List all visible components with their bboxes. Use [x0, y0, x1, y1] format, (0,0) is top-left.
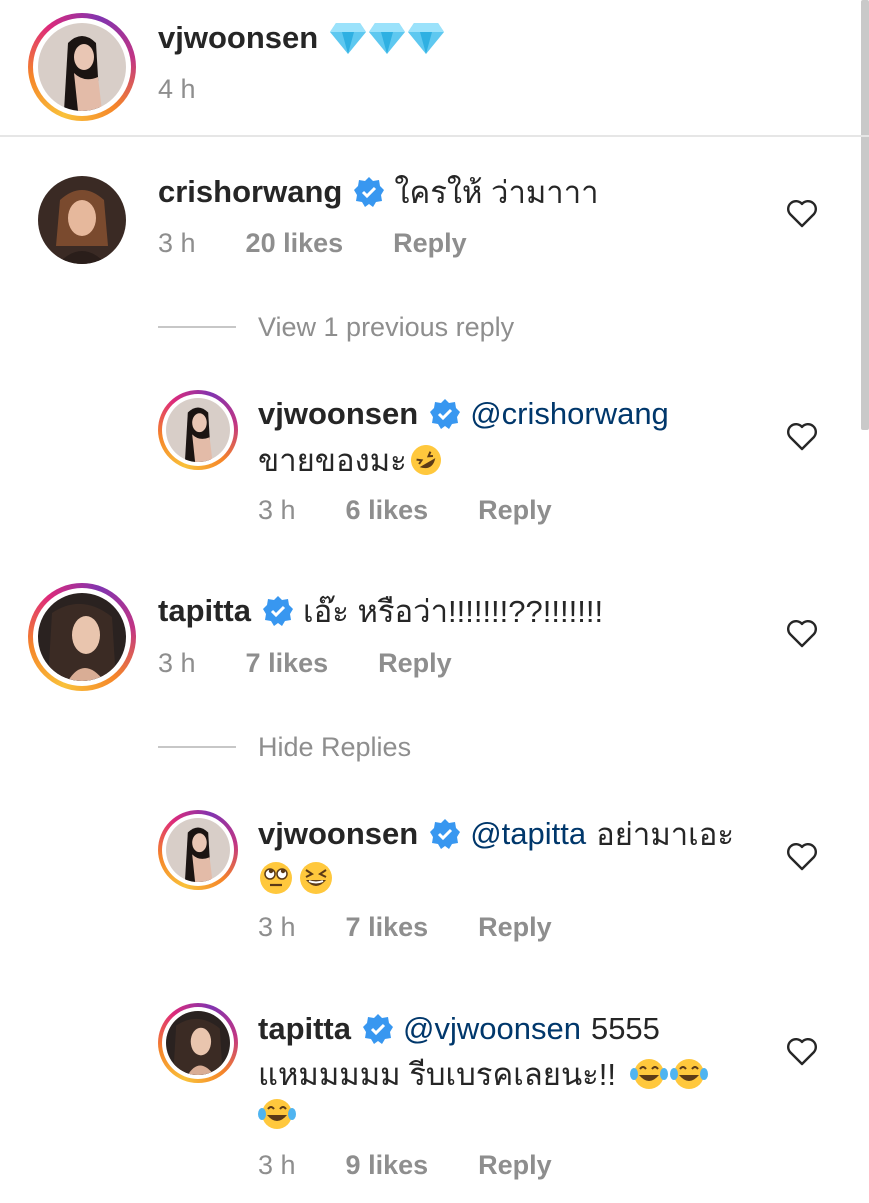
view-previous-replies-button[interactable]: View 1 previous reply: [258, 312, 514, 343]
mention-link[interactable]: @tapitta: [470, 816, 586, 852]
likes-count[interactable]: 20 likes: [246, 228, 344, 259]
scrollbar[interactable]: [861, 0, 869, 430]
comment-avatar-crishorwang[interactable]: [38, 176, 126, 264]
comment-text: เอ๊ะ หรือว่า!!!!!!!??!!!!!!!: [303, 594, 604, 629]
tears-of-joy-emoji-icon: [630, 1059, 669, 1089]
reply-button[interactable]: Reply: [478, 912, 552, 943]
reply-avatar-vjwoonsen[interactable]: [158, 390, 238, 470]
tears-of-joy-emoji-icon: [258, 1099, 296, 1129]
thread-line: [158, 326, 236, 328]
comment-username[interactable]: crishorwang: [158, 174, 342, 210]
diamond-icon: [330, 21, 445, 55]
divider: [0, 135, 869, 137]
comment-time: 3 h: [158, 228, 196, 258]
heart-icon[interactable]: [786, 1036, 818, 1066]
caption-username[interactable]: vjwoonsen: [158, 20, 318, 56]
comment-time: 3 h: [158, 648, 196, 678]
rofl-emoji-icon: [410, 445, 441, 475]
verified-badge-icon: [363, 1014, 393, 1044]
reply-text-line2: แหมมมมม รีบเบรคเลยนะ!!: [258, 1057, 617, 1092]
heart-icon[interactable]: [786, 421, 818, 451]
heart-icon[interactable]: [786, 841, 818, 871]
hide-replies-button[interactable]: Hide Replies: [258, 732, 411, 763]
verified-badge-icon: [430, 819, 461, 849]
reply-text: 5555: [590, 1011, 660, 1046]
thread-line: [158, 746, 236, 748]
reply-text: ขายของมะ: [258, 443, 407, 478]
verified-badge-icon: [430, 399, 461, 429]
reply-button[interactable]: Reply: [478, 1150, 552, 1181]
mention-link[interactable]: @crishorwang: [470, 396, 669, 432]
reply-button[interactable]: Reply: [393, 228, 467, 259]
comment-text: ใครให้ ว่ามาาา: [394, 175, 599, 210]
reply-time: 3 h: [258, 495, 296, 525]
heart-icon[interactable]: [786, 618, 818, 648]
likes-count[interactable]: 9 likes: [346, 1150, 429, 1181]
reply-username[interactable]: vjwoonsen: [258, 816, 418, 852]
caption-avatar[interactable]: [28, 13, 136, 121]
tears-of-joy-emoji-icon: [670, 1059, 709, 1089]
heart-icon[interactable]: [786, 198, 818, 228]
likes-count[interactable]: 7 likes: [246, 648, 329, 679]
reply-text: อย่ามาเอะ: [596, 817, 735, 852]
comment-username[interactable]: tapitta: [158, 593, 251, 629]
reply-time: 3 h: [258, 1150, 296, 1180]
reply-username[interactable]: tapitta: [258, 1011, 351, 1047]
comment-avatar-tapitta[interactable]: [28, 583, 136, 691]
mention-link[interactable]: @vjwoonsen: [403, 1011, 581, 1047]
reply-avatar-vjwoonsen[interactable]: [158, 810, 238, 890]
grinning-squint-emoji-icon: [300, 862, 332, 894]
reply-button[interactable]: Reply: [478, 495, 552, 526]
eye-roll-emoji-icon: [260, 862, 292, 894]
caption-time: 4 h: [158, 74, 196, 104]
likes-count[interactable]: 7 likes: [346, 912, 429, 943]
verified-badge-icon: [263, 596, 293, 626]
reply-avatar-tapitta[interactable]: [158, 1003, 238, 1083]
reply-button[interactable]: Reply: [378, 648, 452, 679]
likes-count[interactable]: 6 likes: [346, 495, 429, 526]
reply-username[interactable]: vjwoonsen: [258, 396, 418, 432]
reply-time: 3 h: [258, 912, 296, 942]
verified-badge-icon: [354, 177, 385, 207]
